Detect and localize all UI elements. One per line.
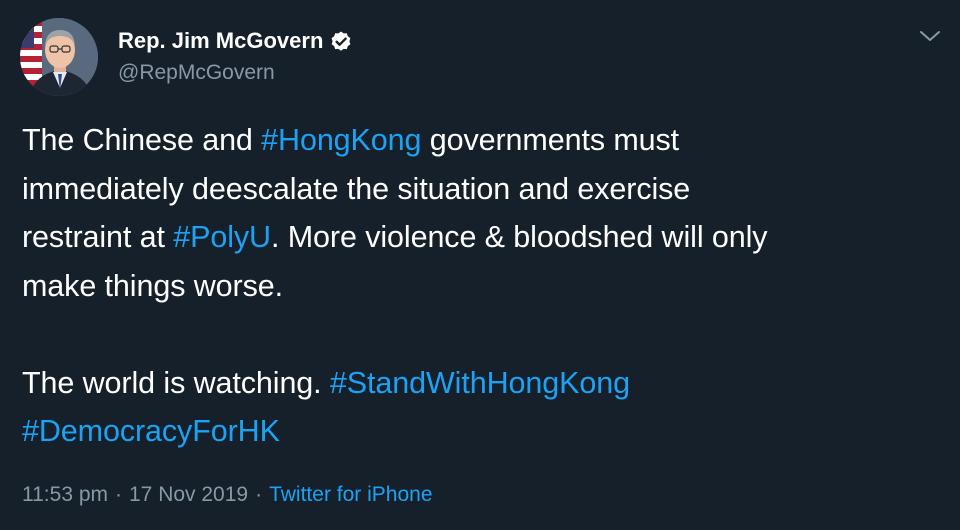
- avatar[interactable]: [20, 18, 98, 96]
- hashtag-link[interactable]: #PolyU: [173, 220, 271, 254]
- tweet-line: The world is watching. #StandWithHongKon…: [22, 359, 942, 408]
- hashtag-link[interactable]: #HongKong: [261, 123, 421, 157]
- tweet-line: immediately deescalate the situation and…: [22, 165, 942, 214]
- chevron-down-icon[interactable]: [918, 26, 942, 46]
- tweet-text-segment: governments must: [421, 123, 680, 157]
- handle[interactable]: @RepMcGovern: [118, 58, 353, 88]
- tweet-text-segment: The world is watching.: [22, 365, 330, 400]
- avatar-photo: [20, 18, 98, 96]
- tweet-text-segment: make things worse.: [22, 268, 283, 303]
- tweet-text-segment: . More violence & bloodshed will only: [271, 220, 768, 254]
- tweet-line: make things worse.: [22, 262, 942, 311]
- tweet-line: restraint at #PolyU. More violence & blo…: [22, 213, 942, 262]
- meta-separator: ·: [255, 483, 263, 506]
- meta-separator: ·: [115, 483, 122, 506]
- tweet-source-link[interactable]: Twitter for iPhone: [269, 483, 432, 506]
- tweet-time[interactable]: 11:53 pm: [22, 483, 108, 506]
- tweet-line: #DemocracyForHK: [22, 407, 942, 456]
- tweet-meta: 11:53 pm · 17 Nov 2019 · Twitter for iPhone: [22, 480, 433, 510]
- hashtag-link[interactable]: #DemocracyForHK: [22, 414, 280, 448]
- tweet-line: The Chinese and #HongKong governments mu…: [22, 116, 942, 165]
- tweet-text-segment: immediately deescalate the situation and…: [22, 171, 691, 206]
- tweet-text: The Chinese and #HongKong governments mu…: [22, 116, 942, 456]
- display-name[interactable]: Rep. Jim McGovern: [118, 26, 323, 56]
- tweet-date[interactable]: 17 Nov 2019: [129, 483, 248, 506]
- hashtag-link[interactable]: #StandWithHongKong: [330, 366, 630, 400]
- author-info: Rep. Jim McGovern @RepMcGovern: [118, 26, 353, 88]
- tweet-text-segment: restraint at: [22, 220, 174, 254]
- display-name-row[interactable]: Rep. Jim McGovern: [118, 26, 353, 56]
- tweet-text-segment: The Chinese and: [22, 123, 262, 157]
- tweet-card: Rep. Jim McGovern @RepMcGovern The Chine…: [0, 0, 960, 530]
- verified-badge-icon: [329, 29, 353, 53]
